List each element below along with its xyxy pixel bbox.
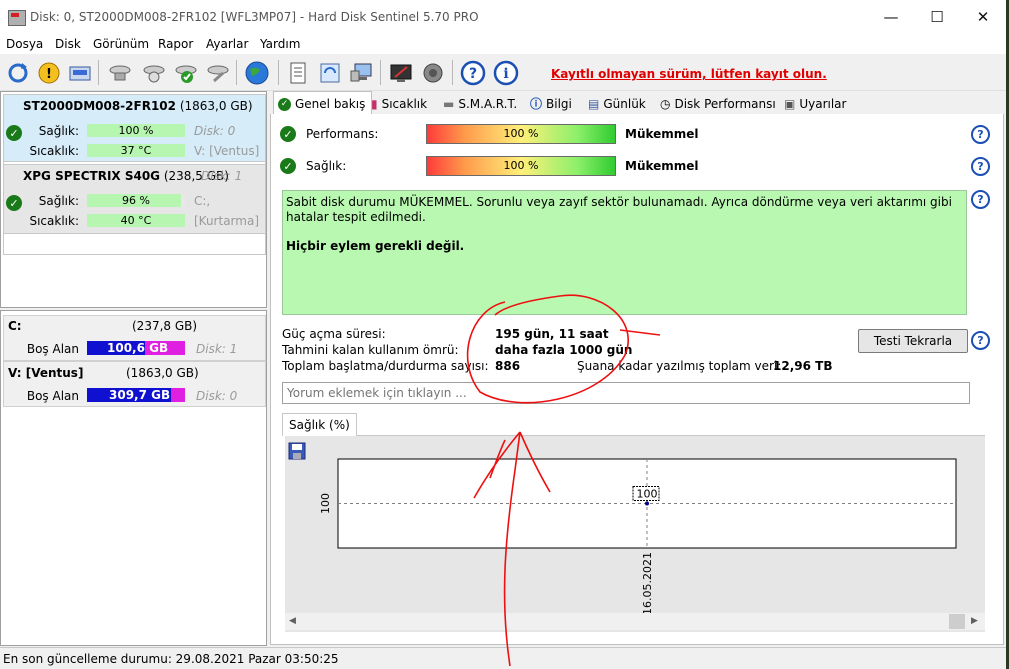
handdrawn-annotation	[466, 294, 661, 667]
